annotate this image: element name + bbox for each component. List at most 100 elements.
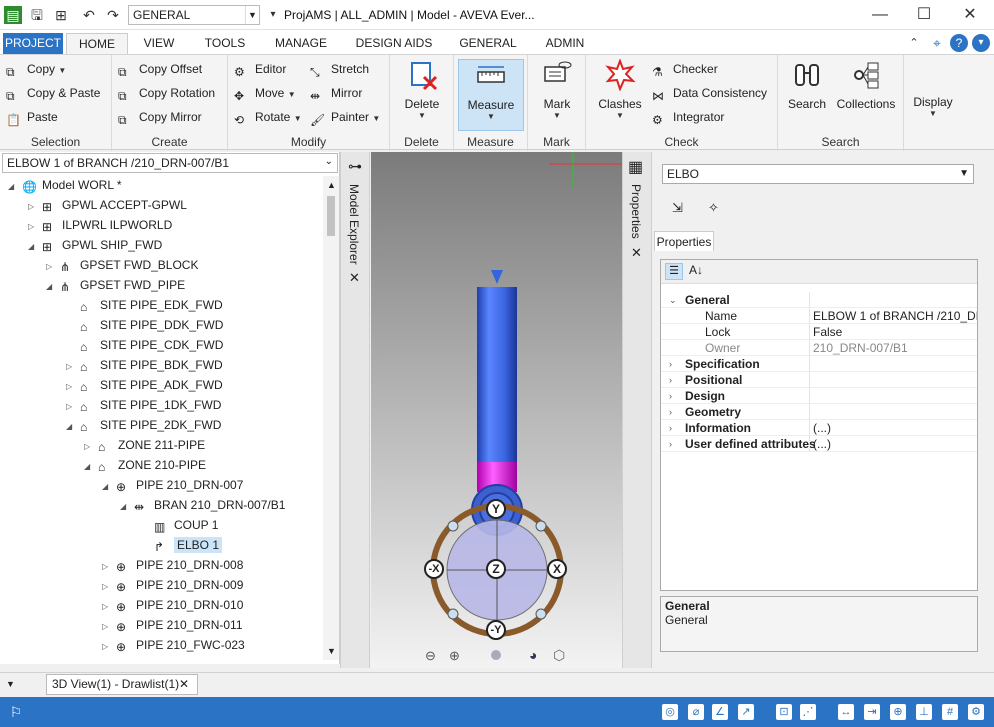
gizmo-handle[interactable] [535, 520, 547, 532]
tree-item-site[interactable]: ▷ ⌂ SITE PIPE_BDK_FWD [66, 355, 223, 375]
snap-1-icon[interactable]: ◎ [662, 704, 678, 720]
minimize-button[interactable]: — [865, 4, 895, 26]
property-category-row[interactable]: ⌄ General [661, 292, 977, 308]
property-category-row[interactable]: › Design [661, 388, 977, 404]
property-category-row[interactable]: › Specification [661, 356, 977, 372]
property-value[interactable]: ELBOW 1 of BRANCH /210_DRN [813, 308, 977, 324]
property-row[interactable]: Lock False [661, 324, 977, 340]
maximize-button[interactable]: ☐ [909, 4, 939, 26]
tree-item-site[interactable]: ▷ ⌂ SITE PIPE_ADK_FWD [66, 375, 223, 395]
alphabetical-icon[interactable]: A↓ [689, 263, 703, 277]
expand-arrow-icon[interactable]: ▷ [28, 217, 38, 237]
expand-arrow-icon[interactable]: ▷ [66, 357, 76, 377]
tree-item-zone[interactable]: ◢ ⌂ ZONE 210-PIPE [84, 455, 206, 475]
stretch-button[interactable]: ⤡ Stretch [310, 58, 369, 80]
tab-list-icon[interactable]: ▼ [6, 679, 15, 689]
paste-button[interactable]: 📋 Paste [6, 106, 58, 128]
snap-8-icon[interactable]: ⇥ [864, 704, 880, 720]
expand-arrow-icon[interactable]: ▷ [46, 257, 56, 277]
chevron-down-icon[interactable]: ⌄ [325, 156, 333, 167]
network-icon[interactable]: ⊞ [52, 6, 70, 24]
tab-design-aids[interactable]: DESIGN AIDS [346, 33, 442, 54]
tree-item-pipe[interactable]: ▷ ⊕ PIPE 210_DRN-011 [102, 615, 243, 635]
3d-canvas[interactable] [371, 152, 622, 668]
properties-grid-icon[interactable]: ▦ [628, 157, 643, 177]
property-row[interactable]: Name ELBOW 1 of BRANCH /210_DRN [661, 308, 977, 324]
tree-item-gpwl[interactable]: ▷ ⊞ GPWL ACCEPT-GPWL [28, 195, 187, 215]
mark-button[interactable]: Mark ▼ [528, 59, 586, 120]
help-icon[interactable]: ? [950, 34, 968, 52]
display-button[interactable]: Display ▼ [906, 95, 960, 118]
element-combo[interactable]: ELBO ▼ [662, 164, 974, 184]
expand-arrow-icon[interactable]: ▷ [28, 197, 38, 217]
snap-2-icon[interactable]: ⌀ [688, 704, 704, 720]
expand-arrow-icon[interactable]: ▷ [102, 577, 112, 597]
snap-9-icon[interactable]: ⊕ [890, 704, 906, 720]
tab-manage[interactable]: MANAGE [266, 33, 336, 54]
copy-button[interactable]: ⧉ Copy ▼ [6, 58, 66, 80]
gizmo-handle[interactable] [447, 608, 459, 620]
tree-item-branch[interactable]: ◢ ⇹ BRAN 210_DRN-007/B1 [120, 495, 285, 515]
close-icon[interactable]: ✕ [631, 245, 642, 261]
close-button[interactable]: ✕ [955, 4, 985, 26]
snap-6-icon[interactable]: ⋰ [800, 704, 816, 720]
tree-item-zone[interactable]: ▷ ⌂ ZONE 211-PIPE [84, 435, 205, 455]
properties-sort-icon[interactable]: ⇲ [672, 200, 683, 216]
rotate-button[interactable]: ⟲ Rotate ▼ [234, 106, 302, 128]
3d-view[interactable]: Y -X Z X -Y ⊖ ⊕ ◕ ⬡ [371, 152, 622, 668]
tree-item-gpset[interactable]: ◢ ⋔ GPSET FWD_PIPE [46, 275, 185, 295]
tree-combo[interactable]: ELBOW 1 of BRANCH /210_DRN-007/B1 ⌄ [2, 153, 338, 173]
categorized-icon[interactable]: ☰ [665, 263, 683, 280]
collapse-arrow-icon[interactable]: ◢ [120, 497, 130, 517]
expand-arrow-icon[interactable]: › [669, 436, 672, 452]
expand-arrow-icon[interactable]: › [669, 404, 672, 420]
tree-item-gpwl[interactable]: ◢ ⊞ GPWL SHIP_FWD [28, 235, 162, 255]
snap-10-icon[interactable]: ⊥ [916, 704, 932, 720]
tree-item-gpset[interactable]: ▷ ⋔ GPSET FWD_BLOCK [46, 255, 198, 275]
globe-icon[interactable]: ◕ [529, 647, 537, 663]
collapse-arrow-icon[interactable]: ◢ [46, 277, 56, 297]
tree-item-elbow[interactable]: ↱ ELBO 1 [140, 535, 223, 555]
measure-button[interactable]: Measure ▼ [458, 59, 524, 131]
property-category-row[interactable]: › Positional [661, 372, 977, 388]
nav-forward-icon[interactable]: ⊕ [449, 648, 460, 664]
scrollbar-thumb[interactable] [327, 196, 335, 236]
undo-icon[interactable]: ↶ [80, 6, 98, 24]
painter-button[interactable]: 🖌 Painter ▼ [310, 106, 380, 128]
expand-arrow-icon[interactable]: › [669, 388, 672, 404]
tab-3d-view[interactable]: 3D View(1) - Drawlist(1) ✕ [46, 674, 198, 695]
view-cube-icon[interactable]: ⬡ [553, 647, 565, 664]
tab-view[interactable]: VIEW [132, 33, 186, 54]
search-button[interactable]: Search [782, 59, 832, 111]
integrator-button[interactable]: ⚙ Integrator [652, 106, 724, 128]
tree-item-site[interactable]: ⌂ SITE PIPE_CDK_FWD [66, 335, 223, 355]
property-category-row[interactable]: › User defined attributes (...) [661, 436, 977, 452]
tree-item-pipe[interactable]: ◢ ⊕ PIPE 210_DRN-007 [102, 475, 243, 495]
copy-rotation-button[interactable]: ⧉ Copy Rotation [118, 82, 215, 104]
property-value[interactable]: 210_DRN-007/B1 [813, 340, 977, 356]
tree-scrollbar[interactable]: ▲ ▼ [323, 176, 339, 660]
editor-button[interactable]: ⚙ Editor [234, 58, 286, 80]
close-icon[interactable]: ✕ [179, 675, 189, 694]
tree-item-pipe[interactable]: ▷ ⊕ PIPE 210_FWC-023 [102, 635, 245, 655]
tree-item-pipe[interactable]: ▷ ⊕ PIPE 210_DRN-010 [102, 595, 243, 615]
property-row[interactable]: Owner 210_DRN-007/B1 [661, 340, 977, 356]
properties-side-tab[interactable]: Properties [629, 184, 643, 239]
snap-11-icon[interactable]: # [942, 704, 958, 720]
gizmo-neg-y-label[interactable]: -Y [486, 620, 506, 640]
tree-item-site[interactable]: ⌂ SITE PIPE_EDK_FWD [66, 295, 223, 315]
snap-3-icon[interactable]: ∠ [712, 704, 728, 720]
collapse-ribbon-icon[interactable]: ⌃ [905, 34, 923, 52]
gizmo-handle[interactable] [535, 608, 547, 620]
expand-arrow-icon[interactable]: › [669, 356, 672, 372]
pick-icon[interactable]: ✧ [708, 200, 719, 216]
tree-structure-icon[interactable]: ⊶ [348, 158, 362, 175]
tab-project[interactable]: PROJECT [3, 33, 63, 54]
copy-paste-button[interactable]: ⧉ Copy & Paste [6, 82, 100, 104]
tree-item-ilpwrl[interactable]: ▷ ⊞ ILPWRL ILPWORLD [28, 215, 172, 235]
tree-item-pipe[interactable]: ▷ ⊕ PIPE 210_DRN-009 [102, 575, 243, 595]
crosshair-icon[interactable]: ⌖ [928, 34, 946, 52]
expand-arrow-icon[interactable]: › [669, 372, 672, 388]
move-button[interactable]: ✥ Move ▼ [234, 82, 296, 104]
collections-button[interactable]: Collections [834, 59, 898, 111]
